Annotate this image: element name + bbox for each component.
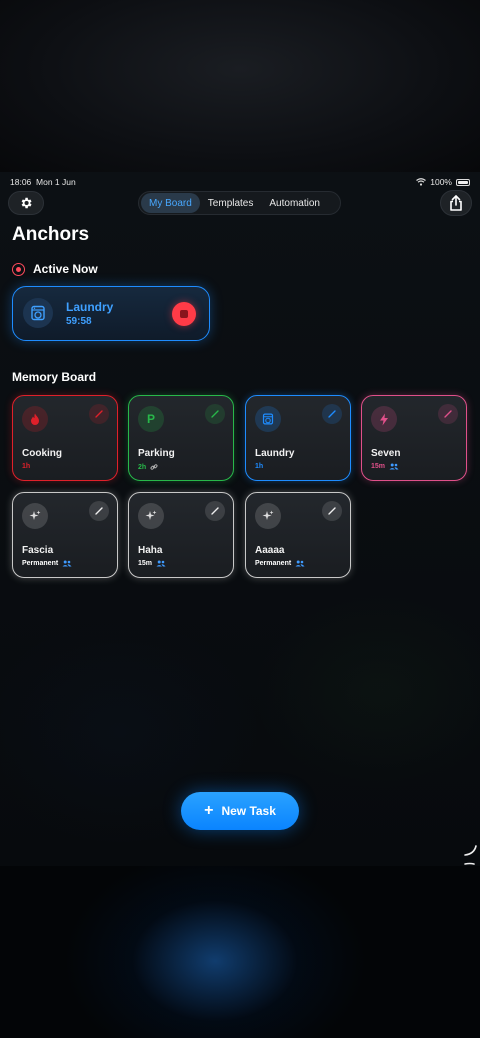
status-left: 18:06 Mon 1 Jun xyxy=(10,177,76,187)
tile-duration: 15m xyxy=(138,560,153,567)
top-backdrop xyxy=(0,0,480,172)
pencil-icon xyxy=(328,410,336,418)
pencil-icon xyxy=(211,410,219,418)
gear-icon xyxy=(21,197,32,209)
new-task-button[interactable]: + New Task xyxy=(181,792,299,830)
stop-button[interactable] xyxy=(172,302,196,326)
tile-name: Seven xyxy=(371,448,401,459)
tile-name: Haha xyxy=(138,545,163,556)
pencil-icon xyxy=(211,507,219,515)
edit-button[interactable] xyxy=(205,501,225,521)
active-task-card[interactable]: Laundry 59:58 xyxy=(12,286,210,341)
tile-meta: Permanent xyxy=(22,560,72,567)
swipe-handle-icon xyxy=(464,845,477,865)
edit-button[interactable] xyxy=(438,404,458,424)
washing-machine-icon xyxy=(255,406,281,432)
active-now-title: Active Now xyxy=(33,262,98,276)
wifi-icon xyxy=(416,178,427,186)
new-task-label: New Task xyxy=(221,804,276,818)
tile-duration: Permanent xyxy=(255,560,292,567)
share-icon xyxy=(450,195,462,211)
people-icon xyxy=(295,560,305,567)
recording-icon xyxy=(12,262,25,276)
tile-meta: Permanent xyxy=(255,560,305,567)
tile-meta: 1h xyxy=(22,463,30,470)
sparkles-icon xyxy=(255,503,281,529)
tile-duration: 2h xyxy=(138,463,147,471)
tile-meta: 1h xyxy=(255,463,263,470)
memory-tile-haha[interactable]: Haha 15m xyxy=(128,492,234,578)
status-time: 18:06 xyxy=(10,177,32,187)
board-tabs: My Board Templates Automation xyxy=(138,191,341,215)
tile-duration: 1h xyxy=(255,463,264,470)
people-icon xyxy=(62,560,72,567)
parking-icon: P xyxy=(138,406,164,432)
sparkles-icon xyxy=(22,503,48,529)
memory-tile-aaaaa[interactable]: Aaaaa Permanent xyxy=(245,492,351,578)
status-bar: 18:06 Mon 1 Jun 100% xyxy=(10,176,470,188)
tile-meta: 2h xyxy=(138,463,158,471)
app-screen: 18:06 Mon 1 Jun 100% My Board Templates … xyxy=(0,172,480,866)
status-date: Mon 1 Jun xyxy=(36,177,76,187)
pencil-icon xyxy=(95,507,103,515)
tile-meta: 15m xyxy=(371,463,399,470)
tile-name: Laundry xyxy=(255,448,295,459)
status-right: 100% xyxy=(416,177,470,187)
memory-tile-seven[interactable]: Seven 15m xyxy=(361,395,467,481)
edit-button[interactable] xyxy=(322,404,342,424)
battery-percent: 100% xyxy=(430,177,452,187)
washing-machine-icon xyxy=(23,298,53,328)
link-icon xyxy=(150,464,158,470)
tile-name: Parking xyxy=(138,448,175,459)
tile-name: Aaaaa xyxy=(255,545,285,556)
flame-icon xyxy=(22,406,48,432)
tile-name: Cooking xyxy=(22,448,62,459)
pencil-icon xyxy=(328,507,336,515)
memory-tile-laundry[interactable]: Laundry 1h xyxy=(245,395,351,481)
people-icon xyxy=(156,560,166,567)
pencil-icon xyxy=(95,410,103,418)
bottom-backdrop xyxy=(0,866,480,1038)
edit-button[interactable] xyxy=(322,501,342,521)
page-title: Anchors xyxy=(12,224,90,245)
sparkles-icon xyxy=(138,503,164,529)
tile-meta: 15m xyxy=(138,560,166,567)
battery-icon xyxy=(456,178,470,186)
tile-duration: 15m xyxy=(371,463,386,470)
tab-automation[interactable]: Automation xyxy=(261,193,328,213)
pencil-icon xyxy=(444,410,452,418)
memory-tile-cooking[interactable]: Cooking 1h xyxy=(12,395,118,481)
plus-icon: + xyxy=(204,802,214,819)
tile-duration: 1h xyxy=(22,463,31,470)
people-icon xyxy=(389,463,399,470)
bolt-icon xyxy=(371,406,397,432)
active-task-timer: 59:58 xyxy=(66,316,92,327)
tile-name: Fascia xyxy=(22,545,54,556)
tab-templates[interactable]: Templates xyxy=(200,193,262,213)
share-button[interactable] xyxy=(440,190,472,216)
edit-button[interactable] xyxy=(89,501,109,521)
active-task-name: Laundry xyxy=(66,300,114,314)
memory-tile-fascia[interactable]: Fascia Permanent xyxy=(12,492,118,578)
edit-button[interactable] xyxy=(205,404,225,424)
settings-button[interactable] xyxy=(8,191,44,215)
active-now-header: Active Now xyxy=(12,262,98,276)
memory-board-title: Memory Board xyxy=(12,370,97,384)
edit-button[interactable] xyxy=(89,404,109,424)
tab-my-board[interactable]: My Board xyxy=(141,193,200,213)
memory-tile-parking[interactable]: P Parking 2h xyxy=(128,395,234,481)
tile-duration: Permanent xyxy=(22,560,59,567)
